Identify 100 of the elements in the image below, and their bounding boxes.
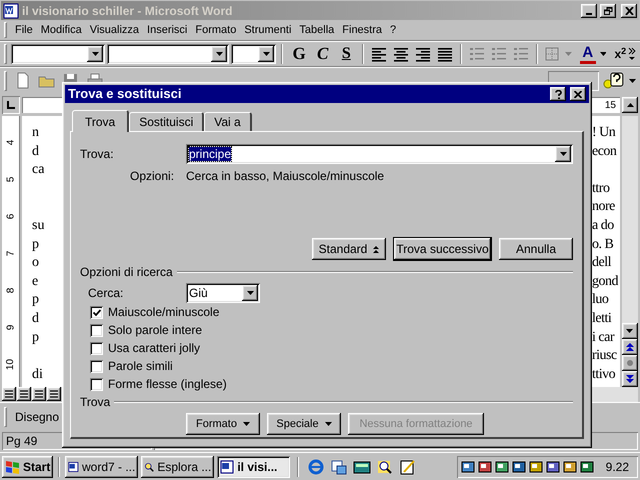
tray-icon[interactable] <box>460 458 476 474</box>
menu-item[interactable]: File <box>11 22 37 38</box>
close-button[interactable] <box>621 4 637 18</box>
more-buttons-icon[interactable] <box>628 47 636 61</box>
tab[interactable]: Sostituisci <box>129 112 204 131</box>
scroll-button[interactable] <box>622 339 638 355</box>
tray-icon[interactable] <box>510 458 527 474</box>
dropdown-button[interactable] <box>242 285 258 301</box>
checkbox[interactable] <box>90 324 103 336</box>
document-text: o. B <box>592 236 614 252</box>
menu-item[interactable]: Strumenti <box>240 22 296 38</box>
tray-icon[interactable] <box>476 458 493 474</box>
find-field[interactable]: principe <box>186 144 573 164</box>
menu-item[interactable]: ? <box>386 22 400 38</box>
checkbox[interactable] <box>90 378 103 390</box>
tray-icon[interactable] <box>544 458 561 474</box>
scroll-button[interactable] <box>622 371 638 387</box>
toolbar-combo-field[interactable] <box>231 44 276 64</box>
down-arrow-icon <box>626 327 634 335</box>
view-button[interactable] <box>17 387 31 401</box>
dropdown-arrow-icon <box>629 79 636 83</box>
document-text: nore <box>592 199 615 214</box>
tab-selector[interactable] <box>2 96 20 114</box>
menu-item[interactable]: Inserisci <box>143 22 192 38</box>
minimize-button[interactable] <box>581 4 597 18</box>
page-view-icon <box>50 390 58 398</box>
options-label: Opzioni: <box>130 168 176 185</box>
bold-button[interactable]: G <box>288 43 310 65</box>
window-title: il visionario schiller - Microsoft Word <box>22 2 234 20</box>
document-text: econ <box>592 144 616 159</box>
dialog-button[interactable]: Standard <box>312 238 386 260</box>
collapse-icon <box>373 246 380 252</box>
restore-button[interactable] <box>600 4 616 18</box>
tab[interactable]: Trova <box>72 110 130 132</box>
dropdown-button[interactable] <box>211 46 228 62</box>
dropdown-arrow-icon <box>600 52 606 56</box>
up-arrow-icon <box>626 103 634 107</box>
tray-icon[interactable] <box>562 458 578 474</box>
document-text: n <box>32 124 39 142</box>
taskbar-button[interactable]: word7 - ... <box>65 456 138 478</box>
scroll-button[interactable] <box>622 355 638 371</box>
menu-item[interactable]: Modifica <box>36 22 86 38</box>
restore-icon <box>604 6 612 14</box>
tab[interactable]: Vai a <box>204 112 252 131</box>
tray-icon[interactable] <box>494 458 510 474</box>
scroll-up-button[interactable] <box>622 97 638 113</box>
dropdown-button[interactable] <box>258 46 274 62</box>
view-button[interactable] <box>32 387 46 401</box>
toolbar-combo-field[interactable] <box>107 44 230 64</box>
ruler-number: 6 <box>4 214 17 220</box>
scroll-button[interactable] <box>622 323 638 339</box>
view-button[interactable] <box>2 387 16 401</box>
menu-item[interactable]: Finestra <box>338 22 386 38</box>
clock: 9.22 <box>606 458 629 476</box>
italic-button[interactable]: C <box>312 43 334 65</box>
document-text: d <box>32 310 39 328</box>
ruler-number: 10 <box>4 358 17 370</box>
document-text: luo <box>592 292 608 308</box>
document-text: dell <box>592 255 611 270</box>
close-icon <box>624 6 634 14</box>
direction-dropdown[interactable]: Giù <box>186 283 260 303</box>
help-icon[interactable] <box>603 71 625 91</box>
underline-button[interactable]: S <box>335 43 358 65</box>
font-color-button[interactable]: A <box>578 44 598 64</box>
checkbox-label: Parole simili <box>108 358 173 375</box>
dialog-button[interactable]: Trova successivo <box>394 238 491 260</box>
toolbar-combo-field[interactable] <box>10 44 106 64</box>
checkbox[interactable] <box>90 342 103 354</box>
sync-icon[interactable] <box>329 458 350 476</box>
document-icon <box>220 460 234 474</box>
document-text: riusc <box>592 348 617 364</box>
checkbox[interactable] <box>90 360 103 372</box>
checkbox-label: Forme flesse (inglese) <box>108 376 227 393</box>
menu-item[interactable]: Visualizza <box>86 22 144 38</box>
browse-object-icon <box>626 359 634 367</box>
menu-item[interactable]: Tabella <box>295 22 338 38</box>
page-view-icon <box>20 390 28 398</box>
tray-icon[interactable] <box>578 458 595 474</box>
start-button[interactable]: Start <box>2 456 54 478</box>
dropdown-arrow-icon <box>560 152 566 156</box>
view-button[interactable] <box>47 387 61 401</box>
dropdown-arrow-icon <box>92 52 99 56</box>
ruler-number: 5 <box>4 176 17 182</box>
caret-icon <box>324 422 332 426</box>
format-button[interactable]: Formato <box>186 413 260 435</box>
superscript-button[interactable]: x$^{2}$ <box>614 45 626 63</box>
help-button[interactable] <box>550 87 566 101</box>
minimize-icon <box>586 12 592 14</box>
tray-icon[interactable] <box>528 458 544 474</box>
dropdown-button[interactable] <box>87 46 104 62</box>
close-button[interactable] <box>570 87 586 101</box>
dropdown-button[interactable] <box>555 146 571 162</box>
menu-item[interactable]: Formato <box>191 22 240 38</box>
checkbox-label: Maiuscole/minuscole <box>108 304 220 321</box>
format-button[interactable]: Speciale <box>267 413 341 435</box>
taskbar-button[interactable]: il visi... <box>217 456 290 478</box>
dialog-button[interactable]: Annulla <box>499 238 573 260</box>
tab-stop-icon <box>7 101 15 109</box>
checkbox[interactable] <box>90 306 103 318</box>
taskbar-button[interactable]: Esplora ... <box>141 456 214 478</box>
